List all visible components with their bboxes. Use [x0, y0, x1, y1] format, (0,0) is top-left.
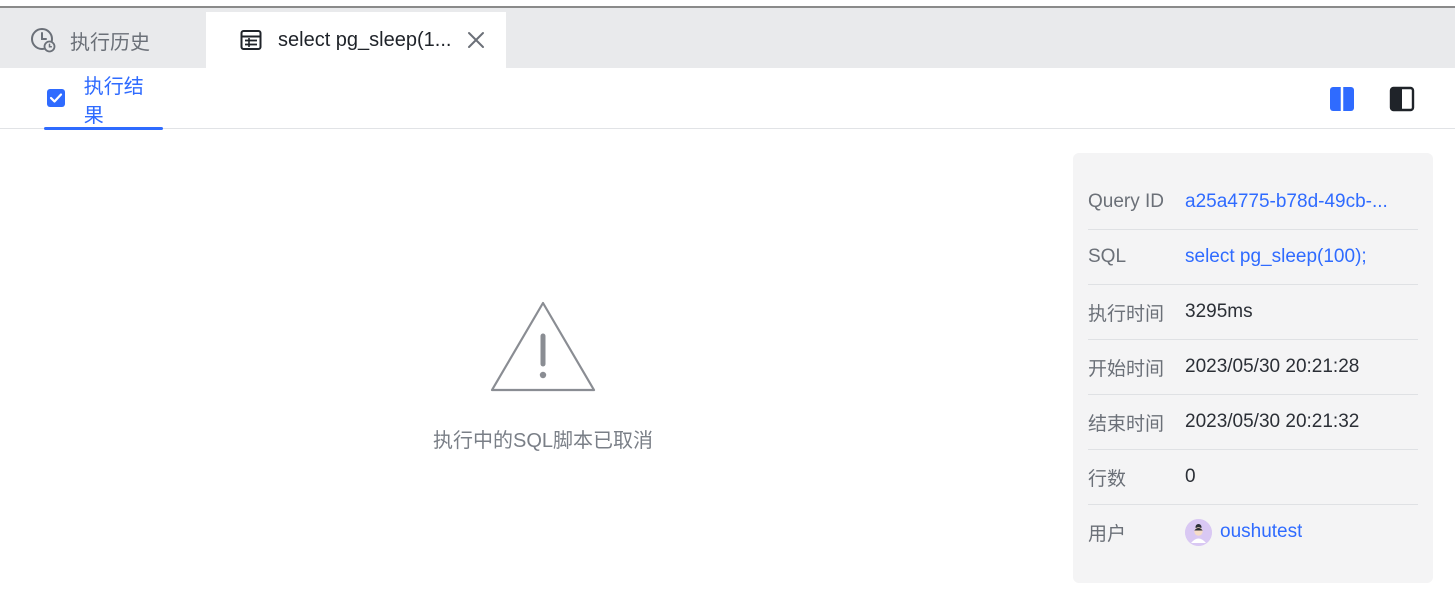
user-info: oushutest — [1185, 518, 1302, 546]
info-row-duration: 执行时间 3295ms — [1088, 285, 1418, 340]
side-panel-layout-button[interactable] — [1389, 86, 1415, 112]
tab-bar: 执行历史 select pg_sleep(1... — [0, 8, 1455, 68]
avatar — [1185, 518, 1212, 546]
duration-value: 3295ms — [1185, 301, 1253, 322]
close-icon[interactable] — [464, 28, 488, 52]
info-label: SQL — [1088, 246, 1127, 267]
side-panel-layout-icon — [1389, 86, 1415, 112]
info-label: 开始时间 — [1088, 358, 1165, 380]
info-label: 结束时间 — [1088, 413, 1165, 435]
subtab-label: 执行结果 — [83, 75, 144, 127]
info-label: Query ID — [1088, 191, 1165, 212]
query-info-panel: Query ID a25a4775-b78d-49cb-... SQL sele… — [1073, 153, 1433, 583]
info-row-start-time: 开始时间 2023/05/30 20:21:28 — [1088, 340, 1418, 395]
info-label: 行数 — [1088, 468, 1127, 490]
clock-history-icon — [30, 27, 56, 53]
split-layout-button[interactable] — [1329, 86, 1355, 112]
info-row-sql: SQL select pg_sleep(100); — [1088, 230, 1418, 285]
info-label: 用户 — [1088, 523, 1127, 545]
window-top-border — [0, 0, 1455, 8]
info-label: 执行时间 — [1088, 303, 1165, 325]
cancelled-message: 执行中的SQL脚本已取消 — [432, 430, 654, 452]
tab-label: select pg_sleep(1... — [278, 28, 452, 51]
tab-execution-history[interactable]: 执行历史 — [0, 12, 206, 68]
tab-query-result[interactable]: select pg_sleep(1... — [206, 12, 506, 68]
info-row-query-id: Query ID a25a4775-b78d-49cb-... — [1088, 175, 1418, 230]
start-time-value: 2023/05/30 20:21:28 — [1185, 356, 1360, 377]
info-row-user: 用户 oushutest — [1088, 505, 1418, 559]
checkbox-icon — [46, 88, 68, 110]
end-time-value: 2023/05/30 20:21:32 — [1185, 411, 1360, 432]
subtab-execution-result[interactable]: 执行结果 — [44, 68, 163, 130]
split-layout-icon — [1330, 87, 1354, 111]
info-row-row-count: 行数 0 — [1088, 450, 1418, 505]
warning-triangle-icon — [490, 301, 596, 392]
result-subheader: 执行结果 — [0, 68, 1455, 130]
query-id-link[interactable]: a25a4775-b78d-49cb-... — [1185, 191, 1388, 213]
user-link[interactable]: oushutest — [1220, 521, 1302, 543]
info-row-end-time: 结束时间 2023/05/30 20:21:32 — [1088, 395, 1418, 450]
row-count-value: 0 — [1185, 466, 1196, 487]
sql-link[interactable]: select pg_sleep(100); — [1185, 246, 1367, 268]
table-icon — [238, 27, 264, 53]
active-tab-indicator — [44, 127, 163, 130]
tab-label: 执行历史 — [70, 31, 150, 54]
empty-state: 执行中的SQL脚本已取消 — [380, 298, 706, 453]
